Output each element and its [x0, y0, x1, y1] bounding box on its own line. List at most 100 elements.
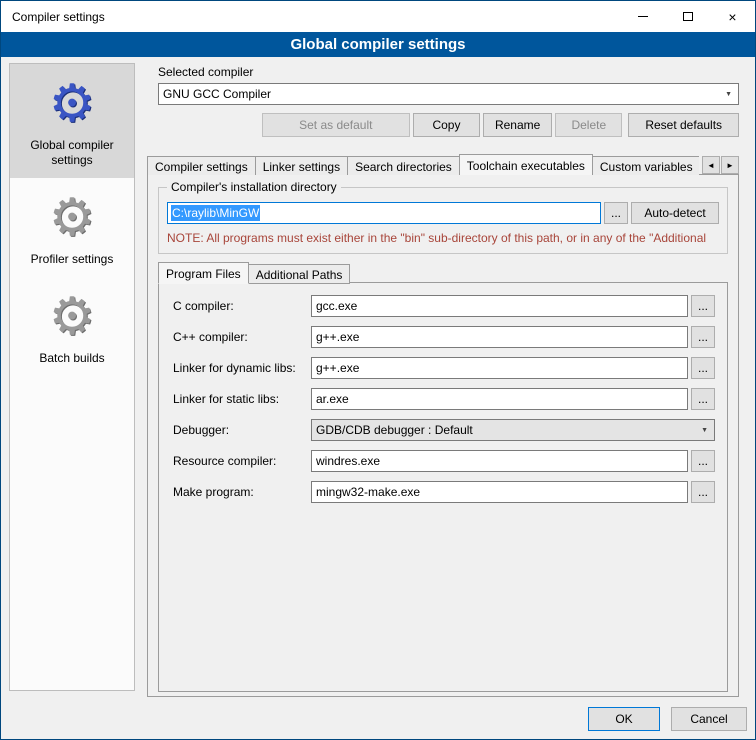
auto-detect-button[interactable]: Auto-detect [631, 202, 719, 224]
field-value: windres.exe [316, 454, 380, 468]
minimize-button[interactable] [620, 1, 665, 32]
selected-compiler-value: GNU GCC Compiler [163, 87, 271, 101]
minimize-icon [638, 16, 648, 17]
cpp-compiler-input[interactable]: g++.exe [311, 326, 688, 348]
tab-toolchain-executables[interactable]: Toolchain executables [459, 154, 593, 175]
field-row-make-program: Make program: mingw32-make.exe ... [173, 481, 715, 503]
maximize-icon [683, 12, 693, 21]
page-title: Global compiler settings [290, 36, 465, 53]
tab-scroll-right-button[interactable]: ► [721, 156, 739, 174]
maximize-button[interactable] [665, 1, 710, 32]
linker-static-input[interactable]: ar.exe [311, 388, 688, 410]
field-label: Resource compiler: [173, 454, 311, 468]
installation-directory-group: Compiler's installation directory C:\ray… [158, 187, 728, 254]
linker-dynamic-input[interactable]: g++.exe [311, 357, 688, 379]
sidebar-item-global-compiler-settings[interactable]: ⚙ Global compiler settings [10, 64, 134, 178]
cpp-compiler-browse-button[interactable]: ... [691, 326, 715, 348]
dialog-header: Global compiler settings [1, 32, 755, 57]
copy-button[interactable]: Copy [413, 113, 480, 137]
field-label: Linker for dynamic libs: [173, 361, 311, 375]
selected-compiler-dropdown[interactable]: GNU GCC Compiler ▼ [158, 83, 739, 105]
tab-linker-settings[interactable]: Linker settings [255, 156, 348, 175]
tab-scroll-left-button[interactable]: ◄ [702, 156, 720, 174]
batch-builds-gear-icon: ⚙ [12, 291, 132, 343]
field-label: C++ compiler: [173, 330, 311, 344]
field-value: GDB/CDB debugger : Default [316, 423, 473, 437]
titlebar: Compiler settings × [1, 1, 755, 32]
tab-program-files[interactable]: Program Files [158, 262, 249, 284]
window-title: Compiler settings [1, 10, 105, 24]
toolchain-executables-panel: Compiler's installation directory C:\ray… [147, 174, 739, 697]
linker-dynamic-browse-button[interactable]: ... [691, 357, 715, 379]
reset-defaults-button[interactable]: Reset defaults [628, 113, 739, 137]
arrow-right-icon: ► [726, 161, 734, 170]
compiler-settings-dialog: Compiler settings × Global compiler sett… [0, 0, 756, 740]
inner-tab-strip: Program Files Additional Paths [158, 261, 728, 283]
tab-search-directories[interactable]: Search directories [347, 156, 460, 175]
field-value: mingw32-make.exe [316, 485, 420, 499]
tab-strip: Compiler settings Linker settings Search… [147, 153, 699, 175]
close-button[interactable]: × [710, 1, 755, 32]
chevron-down-icon: ▼ [725, 91, 732, 98]
close-icon: × [728, 9, 736, 25]
program-files-panel: C compiler: gcc.exe ... C++ compiler: g+… [158, 282, 728, 692]
field-value: g++.exe [316, 330, 359, 344]
installation-directory-row: C:\raylib\MinGW ... Auto-detect [167, 202, 719, 224]
spacer [158, 113, 259, 137]
installation-directory-label: Compiler's installation directory [167, 180, 341, 194]
field-label: C compiler: [173, 299, 311, 313]
sidebar-item-label: Profiler settings [12, 252, 132, 267]
settings-sidebar: ⚙ Global compiler settings ⚙ Profiler se… [9, 63, 135, 691]
installation-note: NOTE: All programs must exist either in … [167, 231, 719, 245]
make-program-input[interactable]: mingw32-make.exe [311, 481, 688, 503]
debugger-dropdown[interactable]: GDB/CDB debugger : Default ▼ [311, 419, 715, 441]
field-label: Debugger: [173, 423, 311, 437]
ok-button[interactable]: OK [588, 707, 660, 731]
arrow-left-icon: ◄ [707, 161, 715, 170]
field-value: gcc.exe [316, 299, 357, 313]
delete-button[interactable]: Delete [555, 113, 622, 137]
field-value: ar.exe [316, 392, 349, 406]
resource-compiler-input[interactable]: windres.exe [311, 450, 688, 472]
resource-compiler-browse-button[interactable]: ... [691, 450, 715, 472]
make-program-browse-button[interactable]: ... [691, 481, 715, 503]
profiler-gear-icon: ⚙ [12, 192, 132, 244]
main-panel: Selected compiler GNU GCC Compiler ▼ Set… [146, 61, 747, 697]
field-row-linker-dynamic: Linker for dynamic libs: g++.exe ... [173, 357, 715, 379]
cancel-button[interactable]: Cancel [671, 707, 747, 731]
dialog-body: ⚙ Global compiler settings ⚙ Profiler se… [1, 57, 755, 739]
tab-custom-variables[interactable]: Custom variables [592, 156, 699, 175]
chevron-down-icon: ▼ [701, 427, 708, 434]
field-row-linker-static: Linker for static libs: ar.exe ... [173, 388, 715, 410]
tab-additional-paths[interactable]: Additional Paths [248, 264, 351, 284]
field-row-cpp-compiler: C++ compiler: g++.exe ... [173, 326, 715, 348]
dialog-footer: OK Cancel [588, 707, 747, 731]
sidebar-item-label: Global compiler settings [12, 138, 132, 168]
rename-button[interactable]: Rename [483, 113, 552, 137]
global-compiler-gear-icon: ⚙ [12, 78, 132, 130]
sidebar-item-batch-builds[interactable]: ⚙ Batch builds [10, 277, 134, 376]
installation-directory-input[interactable]: C:\raylib\MinGW [167, 202, 601, 224]
field-row-resource-compiler: Resource compiler: windres.exe ... [173, 450, 715, 472]
tab-compiler-settings[interactable]: Compiler settings [147, 156, 256, 175]
set-as-default-button[interactable]: Set as default [262, 113, 410, 137]
c-compiler-browse-button[interactable]: ... [691, 295, 715, 317]
c-compiler-input[interactable]: gcc.exe [311, 295, 688, 317]
selected-compiler-label: Selected compiler [158, 65, 739, 79]
installation-directory-value: C:\raylib\MinGW [171, 205, 260, 221]
field-label: Make program: [173, 485, 311, 499]
sidebar-item-profiler-settings[interactable]: ⚙ Profiler settings [10, 178, 134, 277]
linker-static-browse-button[interactable]: ... [691, 388, 715, 410]
program-files-notebook: Program Files Additional Paths C compile… [158, 261, 728, 692]
field-row-debugger: Debugger: GDB/CDB debugger : Default ▼ [173, 419, 715, 441]
settings-notebook: Compiler settings Linker settings Search… [147, 153, 739, 697]
compiler-action-buttons: Set as default Copy Rename Delete Reset … [158, 113, 739, 137]
field-label: Linker for static libs: [173, 392, 311, 406]
sidebar-item-label: Batch builds [12, 351, 132, 366]
tab-scroll-area: Compiler settings Linker settings Search… [147, 153, 699, 175]
tab-scroll-buttons: ◄ ► [702, 156, 739, 174]
caption-buttons: × [620, 1, 755, 32]
installation-directory-browse-button[interactable]: ... [604, 202, 628, 224]
field-row-c-compiler: C compiler: gcc.exe ... [173, 295, 715, 317]
field-value: g++.exe [316, 361, 359, 375]
